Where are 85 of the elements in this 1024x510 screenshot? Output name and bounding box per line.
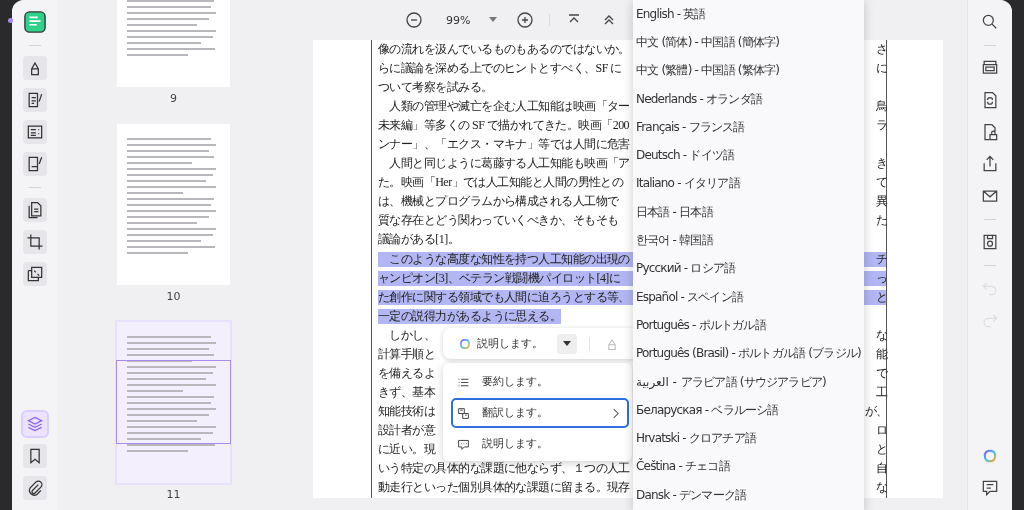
zoom-out-icon[interactable]: [404, 10, 424, 30]
sign-icon[interactable]: [22, 152, 47, 176]
text-fragment: 能: [875, 346, 886, 362]
translate-icon: [457, 406, 470, 420]
language-option[interactable]: العربية - アラビア語 (サウジアラビア): [633, 367, 864, 397]
language-option[interactable]: Deutsch - ドイツ語: [633, 141, 864, 170]
text-line: いう特定の具体的な課題に他ならず、１つの人工: [378, 461, 630, 477]
text-line: 人類の管理や滅亡を企む人工知能は映画「ター: [388, 99, 630, 115]
text-fragment: が、: [865, 403, 886, 419]
text-line: 議論がある[1]。: [378, 232, 460, 248]
language-option[interactable]: Hrvatski - クロアチア語: [633, 424, 864, 453]
text-line: 未来編」等多くの SF で描かれてきた。映画「200: [378, 118, 630, 134]
bookmark-icon[interactable]: [22, 444, 47, 468]
text-fragment: た: [875, 213, 886, 229]
form-icon[interactable]: [22, 120, 47, 144]
text-fragment: で: [875, 365, 886, 381]
text-line: しかし、: [388, 327, 436, 343]
language-option[interactable]: English - 英語: [633, 0, 864, 29]
page-number: 10: [165, 289, 182, 305]
zoom-level[interactable]: 99%: [446, 13, 471, 27]
language-option[interactable]: 中文 (简体) - 中国語 (簡体字): [633, 28, 864, 57]
text-line: 計算手順と: [378, 346, 436, 362]
ai-action-label[interactable]: 説明します。: [477, 336, 543, 351]
language-option[interactable]: Čeština - チェコ語: [633, 452, 864, 482]
text-fragment: に: [875, 61, 886, 77]
text-fragment: と: [875, 289, 886, 305]
zoom-in-icon[interactable]: [515, 10, 536, 30]
text-line: らに議論を深める上でのヒントとすべく、SF に: [378, 61, 622, 77]
text-line: を備えるよ: [378, 365, 436, 381]
language-option[interactable]: Dansk - デンマーク語: [633, 481, 864, 510]
menu-item[interactable]: 翻訳します。: [451, 398, 629, 428]
text-fragment: さ: [875, 42, 886, 57]
page-number: 9: [169, 91, 178, 107]
app-logo-icon[interactable]: [23, 11, 46, 33]
paperclip-icon[interactable]: [22, 476, 47, 500]
text-line: 質な存在とどう関わっていくべきか、そもそも: [378, 213, 619, 229]
language-option[interactable]: Português (Brasil) - ポルトガル語 (ブラジル): [633, 339, 864, 368]
text-fragment: 鳥: [875, 99, 886, 115]
text-fragment: 工: [875, 384, 886, 400]
page-thumbnail[interactable]: [117, 124, 230, 285]
pages-icon[interactable]: [22, 198, 47, 222]
language-option[interactable]: Français - フランス語: [633, 113, 864, 142]
edit-text-icon[interactable]: [22, 88, 47, 112]
text-fragment: 自: [875, 461, 886, 477]
text-line: た。映画「Her」では人工知能と人間の男性との: [378, 175, 624, 191]
text-line: ンナー」、「エクス・マキナ」等では人間に危害: [378, 137, 630, 153]
language-option[interactable]: Português - ポルトガル語: [633, 311, 864, 340]
text-line: 像の流れを汲んでいるものもあるのではないか。: [378, 42, 630, 57]
layers-icon[interactable]: [22, 412, 47, 436]
page-number: 11: [165, 487, 182, 503]
text-line: ついて考察を試みる。: [378, 80, 493, 96]
text-fragment: ロ: [875, 422, 886, 438]
language-option[interactable]: Беларуская - ベラルーシ語: [633, 396, 864, 425]
page-thumbnail[interactable]: [117, 322, 230, 483]
text-fragment: 異: [875, 194, 886, 210]
language-option[interactable]: 中文 (繁體) - 中国語 (繁体字): [633, 56, 864, 85]
status-dot: [8, 18, 13, 23]
caret-icon: [563, 340, 571, 347]
language-option[interactable]: Nederlands - オランダ語: [633, 84, 864, 114]
text-fragment: て: [875, 175, 886, 191]
comment-icon: [457, 437, 470, 451]
highlighter-icon[interactable]: [22, 56, 47, 80]
text-fragment: ラ: [875, 118, 886, 134]
language-option[interactable]: Italiano - イタリア語: [633, 169, 864, 199]
text-fragment: っ: [875, 270, 886, 286]
comment-icon[interactable]: [980, 478, 1000, 498]
dropdown-button[interactable]: [557, 333, 577, 354]
text-line: 設計者が意: [378, 422, 436, 438]
text-line: 知能技術は: [378, 403, 436, 419]
caret-icon[interactable]: [489, 17, 498, 23]
menu-item[interactable]: 説明します。: [451, 429, 629, 459]
text-line: 人間と同じように葛藤する人工知能も映画「ア: [388, 156, 630, 172]
crop-icon[interactable]: [22, 230, 47, 254]
text-line: に近い。現: [378, 442, 436, 457]
text-fragment: と: [875, 442, 886, 457]
text-fragment: チ: [875, 251, 886, 267]
text-line: きず、基本: [378, 384, 436, 400]
menu-item[interactable]: 要約します。: [451, 367, 629, 397]
text-line: は、機械とプログラムから構成される人工物で: [378, 194, 619, 210]
text-fragment: な: [875, 327, 886, 343]
text-fragment: き: [875, 156, 886, 172]
text-line: 動走行といった個別具体的な課題に留まる。現存: [378, 480, 630, 496]
language-option[interactable]: 日本語 - 日本語: [633, 198, 864, 227]
chevron-right-icon: [612, 407, 619, 419]
text-fragment: な: [875, 480, 886, 496]
